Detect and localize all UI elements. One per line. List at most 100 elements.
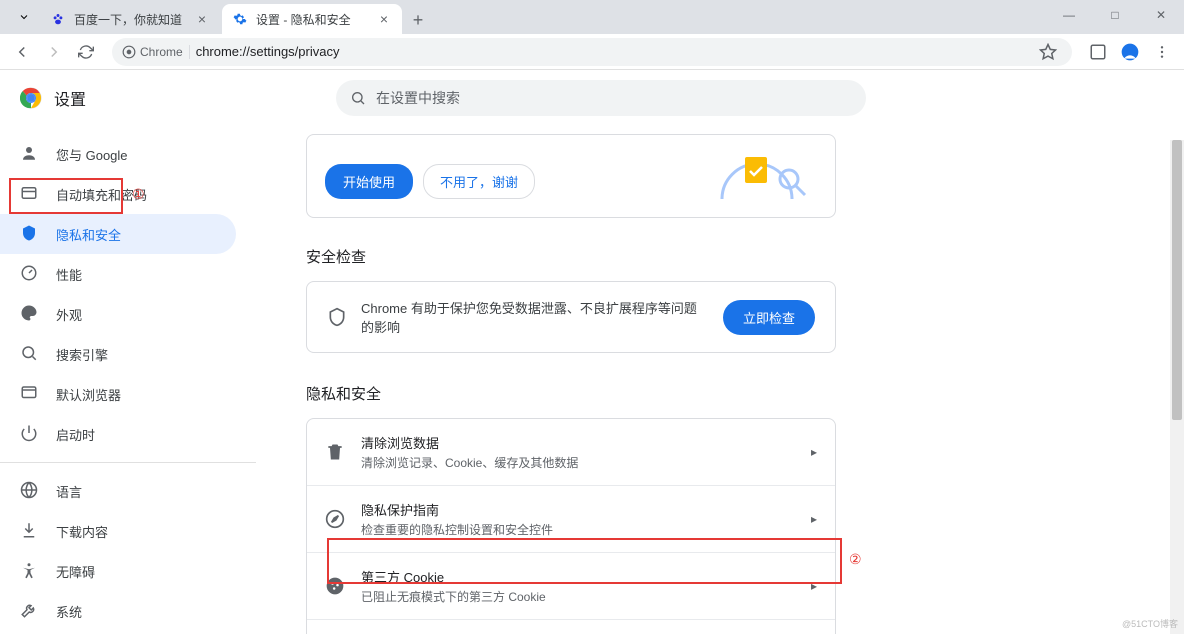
promo-illustration <box>697 149 817 199</box>
privacy-row-ads[interactable]: 广告隐私权设置自定义要让网站使用什么信息向您展示广告▸ <box>307 620 835 634</box>
profile-button[interactable] <box>1116 38 1144 66</box>
tab-settings[interactable]: 设置 - 隐私和安全 × <box>222 4 402 34</box>
download-icon <box>20 521 38 542</box>
settings-page: 设置 在设置中搜索 您与 Google自动填充和密码隐私和安全性能外观搜索引擎默… <box>0 70 1184 634</box>
tab-close-icon[interactable]: × <box>376 11 392 27</box>
power-icon <box>20 424 38 445</box>
sidebar-item-label: 外观 <box>56 305 82 324</box>
sidebar-divider <box>0 462 256 463</box>
browser-icon <box>20 384 38 405</box>
chevron-right-icon: ▸ <box>811 445 817 459</box>
sidebar-item-label: 启动时 <box>56 425 95 444</box>
sidebar-item-label: 系统 <box>56 602 82 621</box>
tab-baidu[interactable]: 百度一下，你就知道 × <box>40 4 220 34</box>
chevron-right-icon: ▸ <box>811 579 817 593</box>
sidebar-item-power[interactable]: 启动时 <box>0 414 236 454</box>
baidu-favicon-icon <box>50 11 66 27</box>
privacy-list: 清除浏览数据清除浏览记录、Cookie、缓存及其他数据▸隐私保护指南检查重要的隐… <box>306 418 836 634</box>
forward-button[interactable] <box>40 38 68 66</box>
row-desc: 检查重要的隐私控制设置和安全控件 <box>361 521 795 538</box>
scrollbar-thumb[interactable] <box>1172 140 1182 420</box>
sidebar-item-label: 无障碍 <box>56 562 95 581</box>
settings-title-text: 设置 <box>54 86 86 110</box>
sidebar-item-label: 默认浏览器 <box>56 385 121 404</box>
safety-check-card: Chrome 有助于保护您免受数据泄露、不良扩展程序等问题的影响 立即检查 <box>306 281 836 353</box>
tab-bar: 百度一下，你就知道 × 设置 - 隐私和安全 × + ― □ ✕ <box>0 0 1184 34</box>
sidebar-item-label: 您与 Google <box>56 145 128 164</box>
annotation-label-2: ② <box>849 552 862 569</box>
privacy-row-trash[interactable]: 清除浏览数据清除浏览记录、Cookie、缓存及其他数据 ▸ <box>307 419 835 486</box>
promo-card: 开始使用 不用了，谢谢 <box>306 134 836 218</box>
search-placeholder: 在设置中搜索 <box>376 88 460 108</box>
compass-icon <box>325 509 345 529</box>
sidebar-item-user[interactable]: 您与 Google <box>0 134 236 174</box>
minimize-button[interactable]: ― <box>1046 0 1092 30</box>
section-privacy-title: 隐私和安全 <box>306 383 836 404</box>
search-icon <box>20 344 38 365</box>
safety-check-button[interactable]: 立即检查 <box>723 300 815 335</box>
sidebar-item-label: 搜索引擎 <box>56 345 108 364</box>
settings-title: 设置 <box>20 86 86 110</box>
chevron-right-icon: ▸ <box>811 512 817 526</box>
autofill-icon <box>20 184 38 205</box>
watermark: @51CTO博客 <box>1122 617 1178 630</box>
maximize-button[interactable]: □ <box>1092 0 1138 30</box>
tab-title: 设置 - 隐私和安全 <box>256 11 376 28</box>
tab-close-icon[interactable]: × <box>194 11 210 27</box>
annotation-label-1: ① <box>132 187 145 204</box>
tab-list-dropdown[interactable] <box>12 5 36 29</box>
sidebar-item-browser[interactable]: 默认浏览器 <box>0 374 236 414</box>
sidebar-item-speed[interactable]: 性能 <box>0 254 236 294</box>
url-text: chrome://settings/privacy <box>196 44 340 59</box>
sidebar-item-search[interactable]: 搜索引擎 <box>0 334 236 374</box>
sidebar-item-accessibility[interactable]: 无障碍 <box>0 551 236 591</box>
sidebar-item-label: 隐私和安全 <box>56 225 121 244</box>
row-title: 隐私保护指南 <box>361 500 795 519</box>
sidebar-item-globe[interactable]: 语言 <box>0 471 236 511</box>
back-button[interactable] <box>8 38 36 66</box>
bookmark-star-icon[interactable] <box>1034 38 1062 66</box>
row-title: 第三方 Cookie <box>361 567 795 586</box>
new-tab-button[interactable]: + <box>404 6 432 34</box>
row-desc: 清除浏览记录、Cookie、缓存及其他数据 <box>361 454 795 471</box>
chrome-badge-label: Chrome <box>140 45 183 59</box>
palette-icon <box>20 304 38 325</box>
row-title: 清除浏览数据 <box>361 433 795 452</box>
kebab-menu-button[interactable] <box>1148 38 1176 66</box>
sidebar-item-shield[interactable]: 隐私和安全 <box>0 214 236 254</box>
reload-button[interactable] <box>72 38 100 66</box>
safety-check-text: Chrome 有助于保护您免受数据泄露、不良扩展程序等问题的影响 <box>361 298 709 336</box>
privacy-row-compass[interactable]: 隐私保护指南检查重要的隐私控制设置和安全控件 ▸ <box>307 486 835 553</box>
speed-icon <box>20 264 38 285</box>
extensions-button[interactable] <box>1084 38 1112 66</box>
shield-icon <box>20 224 38 245</box>
sidebar-item-wrench[interactable]: 系统 <box>0 591 236 631</box>
settings-sidebar: 您与 Google 自动填充和密码隐私和安全性能外观搜索引擎默认浏览器启动时语言下… <box>0 70 256 634</box>
privacy-row-cookie[interactable]: 第三方 Cookie已阻止无痕模式下的第三方 Cookie▸ <box>307 553 835 620</box>
close-window-button[interactable]: ✕ <box>1138 0 1184 30</box>
scrollbar-track[interactable] <box>1170 140 1184 634</box>
address-bar[interactable]: Chrome chrome://settings/privacy <box>112 38 1072 66</box>
shield-icon <box>327 307 347 327</box>
wrench-icon <box>20 601 38 622</box>
tab-title: 百度一下，你就知道 <box>74 11 194 28</box>
browser-toolbar: Chrome chrome://settings/privacy <box>0 34 1184 70</box>
sidebar-item-palette[interactable]: 外观 <box>0 294 236 334</box>
gear-favicon-icon <box>232 11 248 27</box>
globe-icon <box>20 481 38 502</box>
settings-search[interactable]: 在设置中搜索 <box>336 80 866 116</box>
sidebar-item-download[interactable]: 下载内容 <box>0 511 236 551</box>
cookie-icon <box>325 576 345 596</box>
accessibility-icon <box>20 561 38 582</box>
user-icon <box>20 144 38 165</box>
sidebar-item-autofill[interactable]: 自动填充和密码 <box>0 174 236 214</box>
sidebar-item-label: 下载内容 <box>56 522 108 541</box>
chrome-badge: Chrome <box>122 45 190 59</box>
promo-start-button[interactable]: 开始使用 <box>325 164 413 199</box>
promo-dismiss-button[interactable]: 不用了，谢谢 <box>423 164 535 199</box>
sidebar-item-label: 性能 <box>56 265 82 284</box>
chrome-logo-icon <box>20 87 42 109</box>
search-icon <box>350 90 366 106</box>
sidebar-item-label: 语言 <box>56 482 82 501</box>
settings-content[interactable]: 开始使用 不用了，谢谢 安全检查 Chrome 有助于保护您免受数据泄露、不良扩… <box>256 70 1184 634</box>
